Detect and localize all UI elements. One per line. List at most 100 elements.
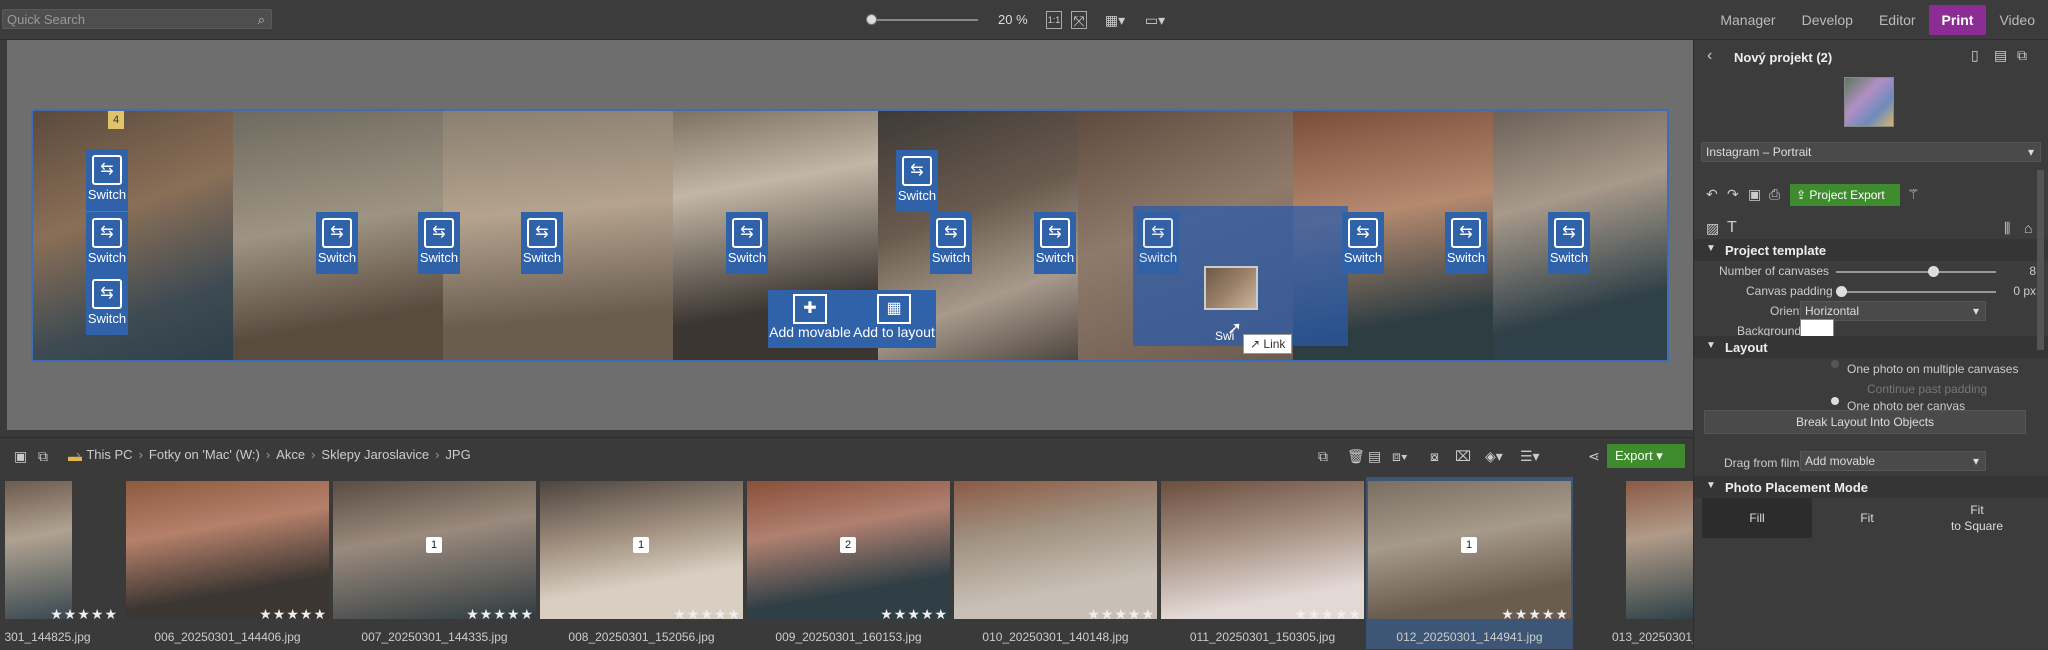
search-input[interactable] [3,10,243,28]
switch-button[interactable]: ⇆ Switch [418,212,460,274]
view-mode-icon[interactable]: ▣ [14,447,27,465]
layers-icon[interactable]: ◈▾ [1485,447,1503,465]
export-icon: ⇪ [1796,188,1810,202]
fit-to-square-option[interactable]: Fit to Square [1922,498,2032,538]
canvas-padding-label: Canvas padding [1746,284,1833,298]
switch-button[interactable]: ⇆ Switch [1445,212,1487,274]
switch-button[interactable]: ⇆ Switch [521,212,563,274]
text-tool-icon[interactable]: T [1727,219,1737,237]
filmstrip-thumb[interactable] [126,481,329,619]
switch-button[interactable]: ⇆ Switch [1137,212,1179,274]
project-export-button[interactable]: ⇪ Project Export [1790,184,1900,206]
num-canvases-value[interactable]: 8 [2002,264,2036,278]
ruler-icon[interactable]: ▭▾ [1140,11,1170,29]
new-folder-icon[interactable]: ▤ [1368,447,1381,465]
align-icon[interactable]: ⫼ [2004,219,2010,237]
add-to-layout-button[interactable]: ▦ Add to layout [852,290,936,348]
crumb[interactable]: This PC [86,447,132,462]
usage-badge: 2 [840,537,856,553]
rename-icon[interactable]: ⌧ [1455,447,1471,465]
add-to-layout-icon: ▦ [877,294,911,324]
section-layout[interactable]: ▼ Layout [1694,336,2048,358]
filmstrip-thumb[interactable] [1626,481,1693,619]
option-one-photo-multiple[interactable]: One photo on multiple canvases [1847,362,2018,376]
section-project-template[interactable]: ▼ Project template [1694,239,2048,261]
switch-button[interactable]: ⇆ Switch [86,273,128,335]
grid-icon[interactable]: ▦▾ [1101,11,1129,29]
zoom-1to1-icon[interactable]: 1:1 [1046,11,1062,29]
preset-select[interactable]: Instagram – Portrait ▾ [1701,142,2041,162]
switch-button[interactable]: ⇆ Switch [86,149,128,211]
new-page-icon[interactable]: ▯ [1971,46,1979,64]
wand-icon[interactable]: ⚚ [1907,185,1920,203]
crumb[interactable]: Fotky on 'Mac' (W:) [149,447,260,462]
export-button[interactable]: Export ▾ [1607,444,1685,468]
duplicate-page-icon[interactable]: ⧉ [2017,46,2027,64]
radio-icon[interactable] [1831,360,1839,368]
tag-icon[interactable]: ⌂ [2024,219,2032,237]
drag-filmstrip-select[interactable]: Add movable ▾ [1800,451,1986,471]
switch-button[interactable]: ⇆ Switch [316,212,358,274]
search-icon[interactable]: ⌕ [258,12,265,28]
switch-icon: ⇆ [527,218,557,248]
filmstrip-thumb[interactable] [954,481,1157,619]
switch-button[interactable]: ⇆ Switch [1342,212,1384,274]
filmstrip[interactable]: ★★★★★ ★★★★★ ★★★★★ ★★★★★ ★★★★★ ★★★★★ ★★★★… [0,473,1693,649]
canvas-padding-slider[interactable] [1836,286,1996,297]
slider-knob[interactable] [1928,266,1939,277]
zoom-slider-knob[interactable] [866,14,877,25]
section-placement-mode[interactable]: ▼ Photo Placement Mode [1694,476,2048,498]
browse-icon[interactable]: ⧉ [38,447,48,465]
switch-button[interactable]: ⇆ Switch [726,212,768,274]
tab-editor[interactable]: Editor [1866,5,1929,35]
canvas-area[interactable]: 4 ⇆ Switch ⇆ Switch ⇆ Switch ⇆ Switch ⇆ Switc… [7,40,1693,430]
zoom-slider[interactable] [866,14,978,25]
switch-button[interactable]: ⇆ Switch [930,212,972,274]
switch-icon: ⇆ [92,155,122,185]
crumb[interactable]: JPG [445,447,470,462]
tab-video[interactable]: Video [1986,5,2048,35]
add-movable-button[interactable]: ✚ Add movable [768,290,852,348]
slider-knob[interactable] [1836,286,1847,297]
canvas-photo[interactable] [33,111,233,360]
save-icon[interactable]: ▣ [1748,185,1761,203]
tab-develop[interactable]: Develop [1789,5,1866,35]
num-canvases-label: Number of canvases [1719,264,1830,278]
thumb-filename: 008_20250301_152056.jpg [568,630,715,644]
fit-screen-icon[interactable]: ⤧ [1071,11,1087,29]
panel-scrollbar[interactable] [2037,170,2044,350]
switch-button[interactable]: ⇆ Switch [1548,212,1590,274]
share-icon[interactable]: ⋖ [1588,447,1600,465]
radio-selected-icon[interactable] [1831,397,1839,405]
canvas-padding-value[interactable]: 0 px [2002,284,2036,298]
crumb[interactable]: Akce [276,447,305,462]
filmstrip-thumb[interactable] [5,481,72,619]
fill-option[interactable]: Fill [1702,498,1812,538]
back-arrow-icon[interactable]: ‹ [1707,47,1712,65]
printer-icon[interactable]: ⎙ [1769,185,1780,203]
break-layout-button[interactable]: Break Layout Into Objects [1704,410,2026,434]
crumb[interactable]: Sklepy Jaroslavice [321,447,429,462]
compare-icon[interactable]: ⧉ [1318,447,1328,465]
tab-manager[interactable]: Manager [1707,5,1788,35]
project-preview-thumb[interactable] [1844,77,1894,127]
placement-mode-segmented: Fill Fit Fit to Square [1702,498,2032,538]
switch-button[interactable]: ⇆ Switch [1034,212,1076,274]
tab-print[interactable]: Print [1928,5,1987,35]
orientation-select[interactable]: Horizontal ▾ [1800,301,1986,321]
num-canvases-slider[interactable] [1836,266,1996,277]
page-layout-icon[interactable]: ▤ [1994,46,2007,64]
switch-button[interactable]: ⇆ Switch [86,212,128,274]
quick-search[interactable]: ⌕ [2,9,272,29]
copy-icon[interactable]: ⧈▾ [1392,447,1408,465]
redo-icon[interactable]: ↷ [1727,185,1739,203]
fit-option[interactable]: Fit [1812,498,1922,538]
image-tool-icon[interactable]: ▨ [1706,219,1719,237]
undo-icon[interactable]: ↶ [1706,185,1718,203]
filter-icon[interactable]: ☰▾ [1520,447,1540,465]
move-icon[interactable]: ⧇ [1430,447,1439,465]
trash-icon[interactable]: 🗑 [1347,447,1365,465]
switch-icon: ⇆ [1451,218,1481,248]
switch-button[interactable]: ⇆ Switch [896,150,938,212]
filmstrip-thumb[interactable] [1161,481,1364,619]
